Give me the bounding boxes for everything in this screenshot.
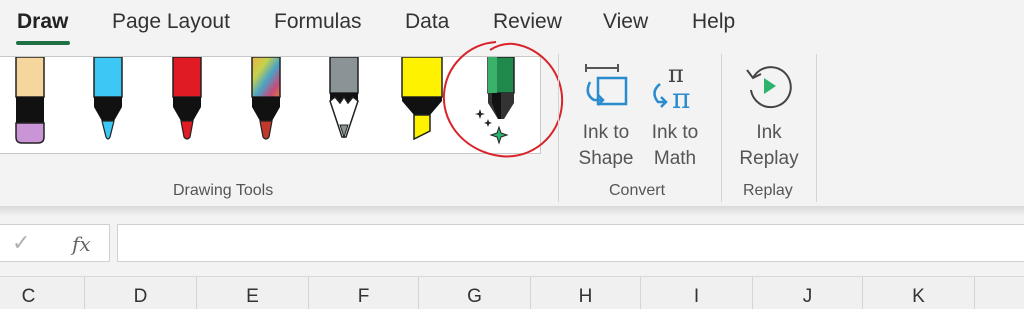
column-header-g[interactable]: G xyxy=(418,277,530,309)
insert-function-button[interactable]: fx xyxy=(72,232,91,256)
tab-view[interactable]: View xyxy=(603,10,648,34)
column-header-h[interactable]: H xyxy=(530,277,640,309)
tab-formulas[interactable]: Formulas xyxy=(274,10,362,34)
ink-replay-button[interactable]: Ink Replay xyxy=(732,56,806,174)
ribbon-shadow xyxy=(0,206,1024,216)
ribbon: Drawing Tools Ink to Shape π π Ink to Ma… xyxy=(0,41,1024,208)
column-header-d[interactable]: D xyxy=(84,277,196,309)
ink-replay-icon xyxy=(743,60,795,117)
ink-to-shape-label: Ink to Shape xyxy=(578,122,634,169)
pen-galaxy[interactable] xyxy=(244,57,288,153)
column-header-partial[interactable] xyxy=(974,277,1024,309)
replay-label: Replay xyxy=(743,182,793,199)
group-separator xyxy=(721,54,722,202)
ink-to-shape-button[interactable]: Ink to Shape xyxy=(572,56,640,174)
ink-replay-label: Ink Replay xyxy=(739,122,799,169)
column-header-j[interactable]: J xyxy=(752,277,862,309)
active-tab-indicator xyxy=(16,41,70,45)
tab-help[interactable]: Help xyxy=(692,10,735,34)
tab-page-layout[interactable]: Page Layout xyxy=(112,10,230,34)
tab-data[interactable]: Data xyxy=(405,10,449,34)
ink-to-math-icon: π π xyxy=(648,60,702,117)
convert-label: Convert xyxy=(609,182,666,199)
ink-to-shape-icon xyxy=(580,60,632,117)
column-header-k[interactable]: K xyxy=(862,277,974,309)
tab-draw[interactable]: Draw xyxy=(17,10,68,34)
ink-to-math-label: Ink to Math xyxy=(651,122,699,169)
enter-check-icon[interactable]: ✓ xyxy=(12,230,30,256)
pencil-gray[interactable] xyxy=(322,57,366,153)
group-separator xyxy=(816,54,817,202)
tab-review[interactable]: Review xyxy=(493,10,562,34)
column-headers: C D E F G H I J K xyxy=(0,276,1024,309)
group-separator xyxy=(558,54,559,202)
column-header-i[interactable]: I xyxy=(640,277,752,309)
ink-to-math-button[interactable]: π π Ink to Math xyxy=(642,56,708,174)
formula-input[interactable] xyxy=(117,224,1024,262)
pen-lavender[interactable] xyxy=(8,57,52,153)
column-header-e[interactable]: E xyxy=(196,277,308,309)
formula-bar-controls: ✓ fx xyxy=(0,224,110,262)
drawing-tools-label: Drawing Tools xyxy=(173,182,274,199)
svg-text:π: π xyxy=(672,82,690,112)
annotation-circle xyxy=(442,41,564,158)
column-header-c[interactable]: C xyxy=(0,277,84,309)
pen-light-blue[interactable] xyxy=(86,57,130,153)
column-header-f[interactable]: F xyxy=(308,277,418,309)
formula-bar: ✓ fx xyxy=(0,218,1024,268)
pen-red[interactable] xyxy=(165,57,209,153)
